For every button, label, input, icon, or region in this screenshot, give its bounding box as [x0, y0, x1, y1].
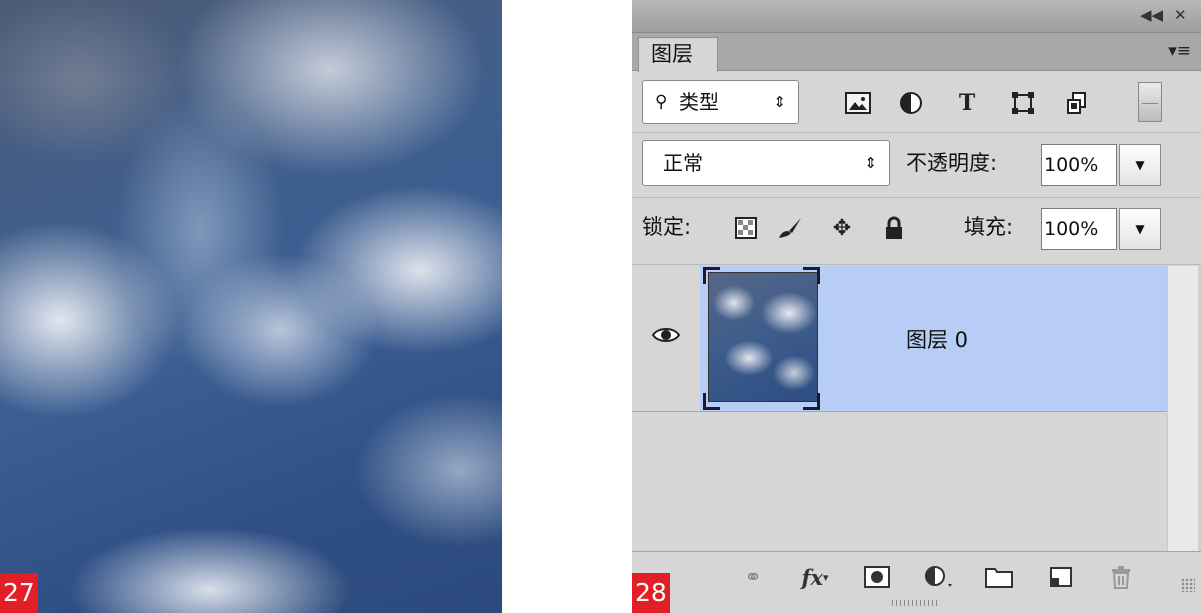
- tab-layers[interactable]: 图层: [638, 37, 718, 72]
- layers-scrollbar[interactable]: [1167, 266, 1201, 551]
- panel-title-bar: ◀◀ ✕: [632, 0, 1201, 33]
- new-layer-icon[interactable]: [1044, 562, 1078, 592]
- shape-filter-icon[interactable]: [1008, 88, 1038, 118]
- panel-drag-grip[interactable]: [892, 600, 938, 606]
- divider: [632, 132, 1201, 133]
- figure-label-28: 28: [632, 573, 670, 613]
- fx-icon[interactable]: fx ▾: [798, 562, 832, 592]
- lock-image-pixels-icon[interactable]: [776, 214, 804, 242]
- blend-mode-label: 正常: [663, 151, 703, 175]
- lock-all-icon[interactable]: [880, 214, 908, 242]
- layers-bottom-toolbar: ⚭ fx ▾: [632, 551, 1201, 613]
- opacity-dropdown-button[interactable]: ▼: [1119, 144, 1161, 186]
- layers-list: 图层 0: [632, 266, 1167, 551]
- selection-corner: [703, 267, 720, 284]
- lock-row: 锁定: ✥ 填充: 100% ▼: [632, 204, 1201, 254]
- filter-toggle-switch[interactable]: [1138, 82, 1162, 122]
- opacity-input[interactable]: 100%: [1041, 144, 1117, 186]
- fill-dropdown-button[interactable]: ▼: [1119, 208, 1161, 250]
- selection-corner: [803, 267, 820, 284]
- smart-object-filter-icon[interactable]: [1062, 88, 1092, 118]
- filter-kind-select[interactable]: ⚲ 类型 ⇕: [642, 80, 799, 124]
- divider: [632, 197, 1201, 198]
- layers-panel: ◀◀ ✕ 图层 ▾≡ ⚲ 类型 ⇕ T 正常 ⇕ 不透明度: 100% ▼ 锁定…: [632, 0, 1201, 613]
- adjustment-layer-icon[interactable]: [922, 562, 956, 592]
- link-layers-icon[interactable]: ⚭: [736, 562, 770, 592]
- eye-icon[interactable]: [652, 326, 680, 344]
- image-filter-icon[interactable]: [843, 88, 873, 118]
- fill-input[interactable]: 100%: [1041, 208, 1117, 250]
- filter-kind-label: 类型: [679, 90, 719, 114]
- layer-mask-icon[interactable]: [860, 562, 894, 592]
- sky-photo: 27: [0, 0, 502, 613]
- search-icon: ⚲: [655, 92, 668, 112]
- lock-transparent-pixels-icon[interactable]: [732, 214, 760, 242]
- divider: [632, 264, 1201, 265]
- blend-mode-select[interactable]: 正常 ⇕: [642, 140, 890, 186]
- resize-grip-icon[interactable]: [1181, 578, 1195, 592]
- folder-icon[interactable]: [982, 562, 1016, 592]
- lock-position-icon[interactable]: ✥: [828, 214, 856, 242]
- blend-row: 正常 ⇕ 不透明度: 100% ▼: [632, 140, 1201, 192]
- trash-icon[interactable]: [1104, 562, 1138, 592]
- visibility-cell[interactable]: [632, 266, 701, 411]
- filter-row: ⚲ 类型 ⇕ T: [632, 80, 1201, 128]
- tab-bar: 图层 ▾≡: [632, 33, 1201, 72]
- figure-label-27: 27: [0, 573, 38, 613]
- opacity-label: 不透明度:: [906, 151, 998, 175]
- layer-row[interactable]: 图层 0: [632, 266, 1167, 412]
- lock-label: 锁定:: [642, 215, 692, 239]
- layer-name[interactable]: 图层 0: [906, 324, 968, 354]
- panel-menu-icon[interactable]: ▾≡: [1168, 41, 1191, 61]
- fill-label: 填充:: [964, 215, 1014, 239]
- type-filter-icon[interactable]: T: [952, 88, 982, 118]
- selection-corner: [703, 393, 720, 410]
- layer-thumbnail-cell: 图层 0: [700, 266, 1167, 411]
- layer-thumbnail[interactable]: [708, 272, 818, 402]
- updown-arrow-icon: ⇕: [864, 154, 877, 172]
- selection-corner: [803, 393, 820, 410]
- adjustment-filter-icon[interactable]: [896, 88, 926, 118]
- updown-arrow-icon: ⇕: [773, 93, 786, 111]
- close-icon[interactable]: ✕: [1174, 6, 1187, 24]
- collapse-icon[interactable]: ◀◀: [1140, 6, 1163, 24]
